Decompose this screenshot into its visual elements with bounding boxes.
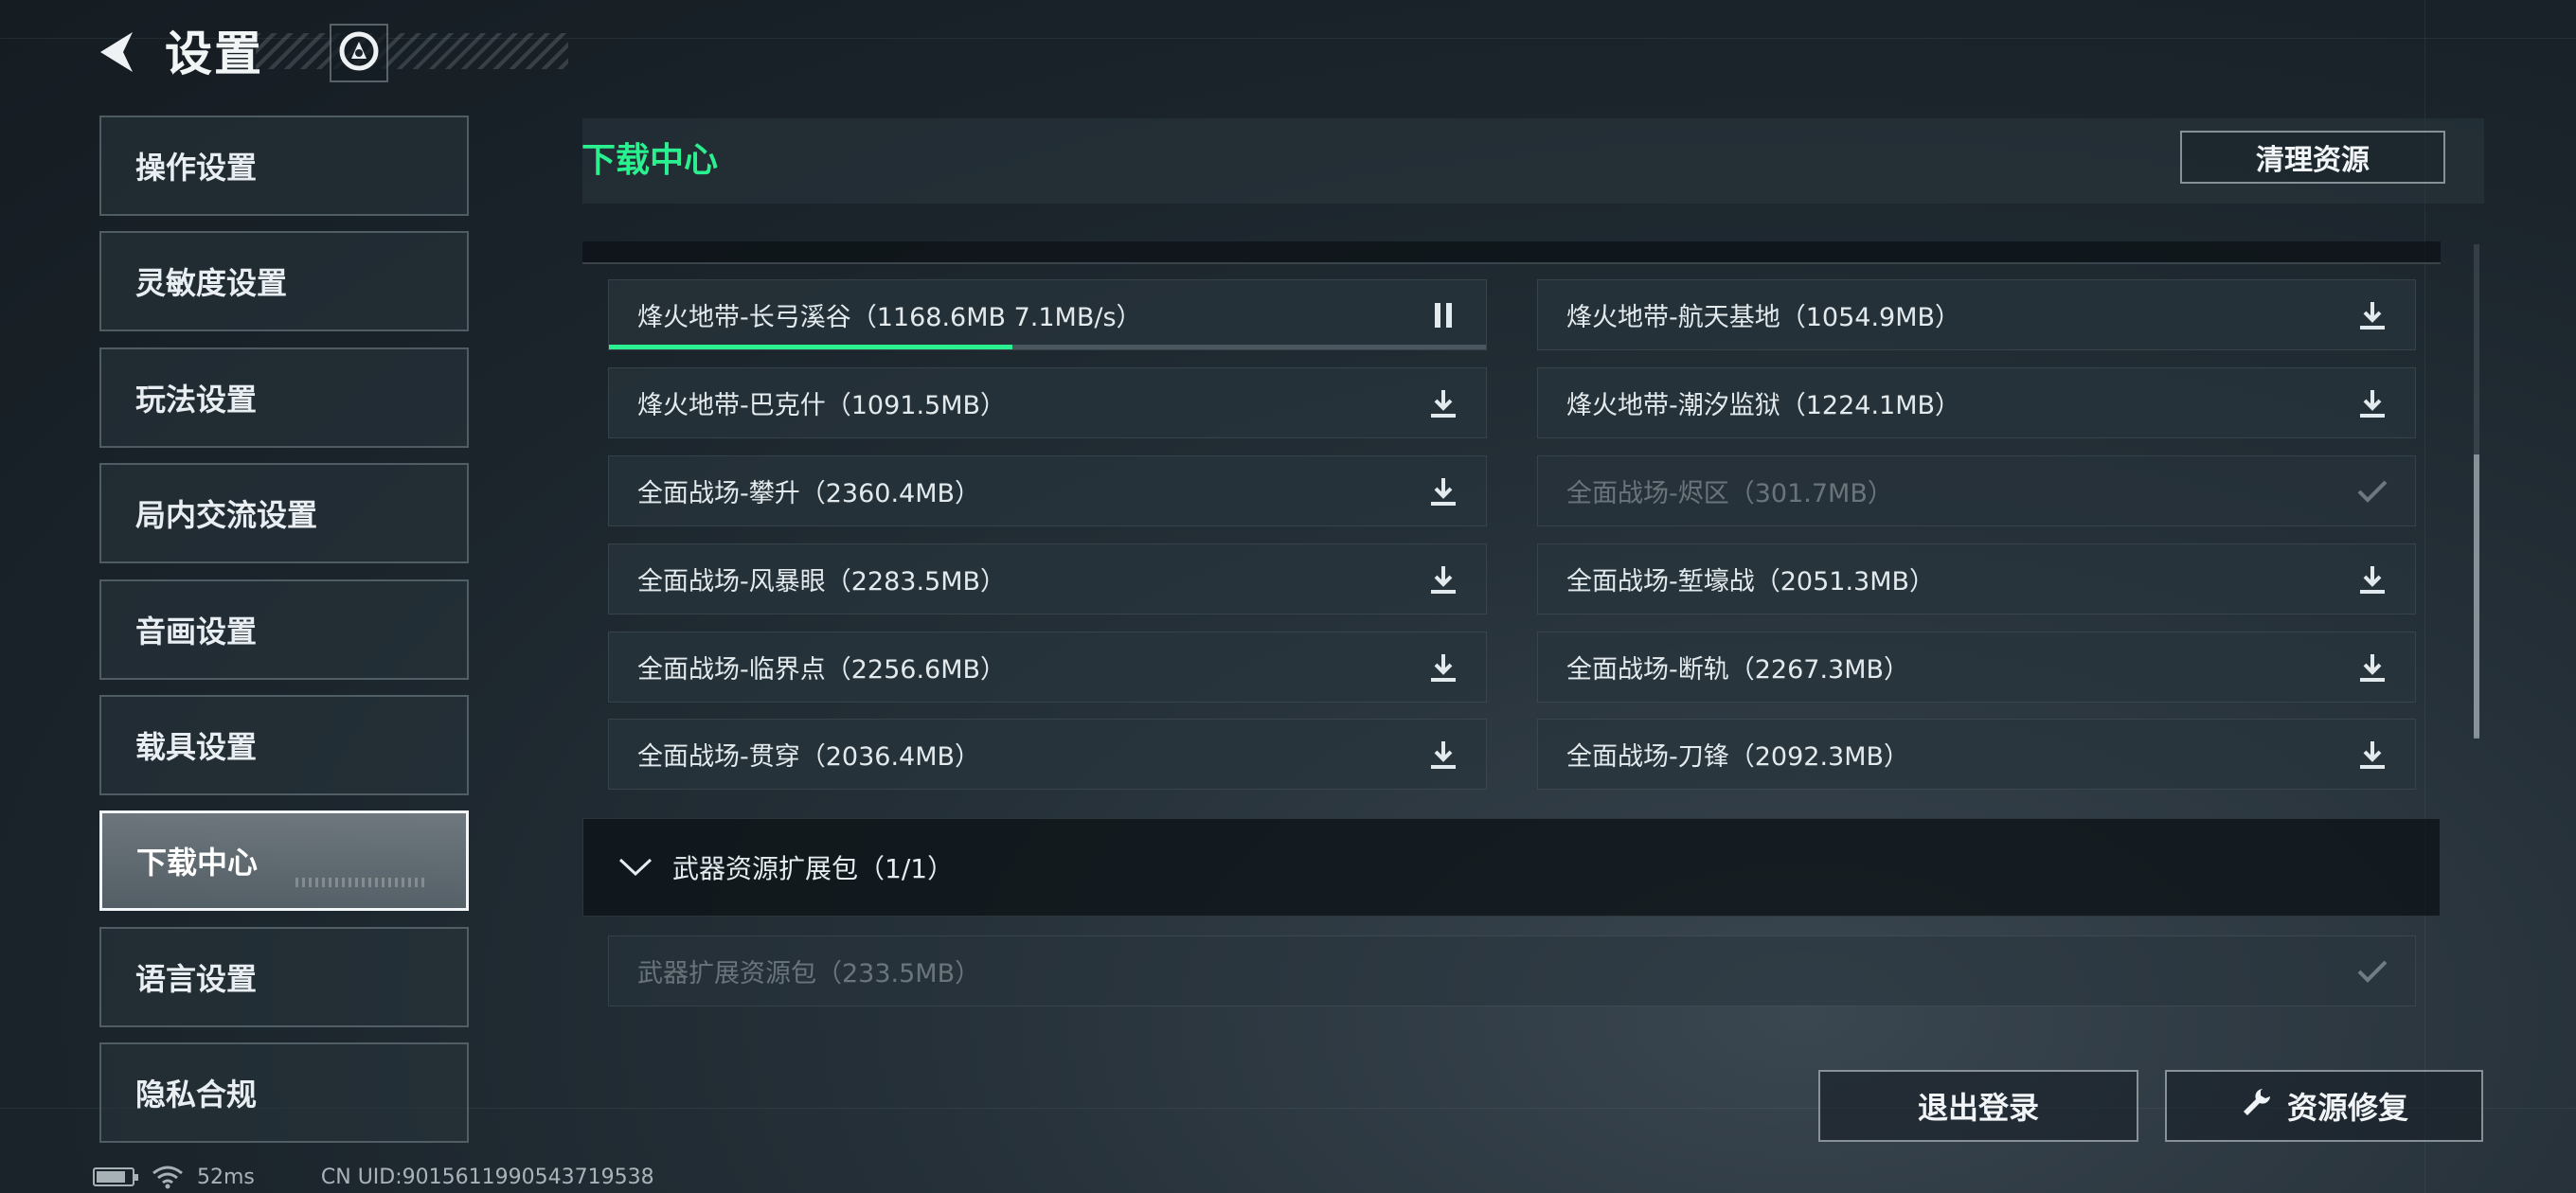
- title-hatch-decoration: [256, 33, 568, 69]
- map-download-item[interactable]: 烽火地带-潮汐监狱（1224.1MB）: [1537, 367, 2416, 438]
- download-icon[interactable]: [2356, 651, 2388, 684]
- sidebar-item-vehicle[interactable]: 载具设置: [99, 695, 469, 795]
- map-download-item[interactable]: 全面战场-风暴眼（2283.5MB）: [608, 543, 1487, 614]
- map-label: 烽火地带-航天基地（1054.9MB）: [1566, 303, 1961, 332]
- logout-button[interactable]: 退出登录: [1818, 1070, 2138, 1142]
- download-icon[interactable]: [1427, 475, 1459, 507]
- map-label: 烽火地带-潮汐监狱（1224.1MB）: [1566, 391, 1961, 420]
- map-label: 全面战场-堑壕战（2051.3MB）: [1566, 567, 1936, 596]
- account-button[interactable]: [330, 24, 388, 82]
- battery-icon: [93, 1167, 138, 1186]
- sidebar-item-label: 下载中心: [136, 845, 259, 881]
- download-icon[interactable]: [2356, 739, 2388, 771]
- weapon-pack-item[interactable]: 武器扩展资源包（233.5MB）: [608, 935, 2416, 1006]
- back-arrow-icon: [95, 28, 138, 80]
- map-label: 全面战场-风暴眼（2283.5MB）: [637, 567, 1007, 596]
- repair-resources-button[interactable]: 资源修复: [2165, 1070, 2483, 1142]
- download-icon[interactable]: [1427, 387, 1459, 419]
- sidebar-item-privacy[interactable]: 隐私合规: [99, 1042, 469, 1143]
- map-download-item[interactable]: 烽火地带-长弓溪谷（1168.6MB 7.1MB/s）: [608, 279, 1487, 350]
- scrollbar-thumb[interactable]: [2474, 454, 2479, 739]
- download-icon[interactable]: [2356, 387, 2388, 419]
- repair-label: 资源修复: [2286, 1090, 2408, 1126]
- map-download-item[interactable]: 烽火地带-航天基地（1054.9MB）: [1537, 279, 2416, 350]
- check-icon: [2356, 475, 2388, 507]
- sidebar-item-label: 局内交流设置: [135, 497, 318, 533]
- sidebar-item-gameplay[interactable]: 玩法设置: [99, 347, 469, 448]
- status-bar: 52ms CN UID:9015611990543719538: [93, 1165, 654, 1189]
- map-download-item[interactable]: 全面战场-临界点（2256.6MB）: [608, 632, 1487, 703]
- section-title: 下载中心: [581, 141, 719, 180]
- map-label: 全面战场-刀锋（2092.3MB）: [1566, 742, 1910, 772]
- download-icon[interactable]: [2356, 299, 2388, 331]
- progress-fill: [609, 345, 1012, 349]
- download-icon[interactable]: [1427, 739, 1459, 771]
- clean-resources-button[interactable]: 清理资源: [2180, 131, 2445, 184]
- map-download-item[interactable]: 全面战场-堑壕战（2051.3MB）: [1537, 543, 2416, 614]
- check-icon: [2356, 955, 2388, 988]
- group-label: 武器资源扩展包（1/1）: [672, 853, 955, 884]
- uid-text: CN UID:9015611990543719538: [320, 1165, 654, 1189]
- map-download-item[interactable]: 烽火地带-巴克什（1091.5MB）: [608, 367, 1487, 438]
- back-button[interactable]: [87, 21, 146, 87]
- map-label: 全面战场-临界点（2256.6MB）: [637, 655, 1007, 685]
- account-emblem-icon: [338, 30, 380, 76]
- map-download-item[interactable]: 全面战场-烬区（301.7MB）: [1537, 455, 2416, 526]
- wrench-icon: [2240, 1086, 2287, 1126]
- download-icon[interactable]: [1427, 563, 1459, 596]
- sidebar-item-label: 操作设置: [135, 150, 258, 186]
- sidebar-item-label: 音画设置: [135, 614, 258, 650]
- page-title: 设置: [165, 27, 263, 81]
- map-label: 全面战场-烬区（301.7MB）: [1566, 479, 1893, 508]
- sidebar-item-audio-video[interactable]: 音画设置: [99, 579, 469, 680]
- download-icon[interactable]: [2356, 563, 2388, 596]
- map-download-item[interactable]: 全面战场-贯穿（2036.4MB）: [608, 719, 1487, 790]
- map-label: 全面战场-攀升（2360.4MB）: [637, 479, 981, 508]
- map-label: 烽火地带-巴克什（1091.5MB）: [637, 391, 1007, 420]
- map-download-item[interactable]: 全面战场-断轨（2267.3MB）: [1537, 632, 2416, 703]
- map-label: 烽火地带-长弓溪谷（1168.6MB 7.1MB/s）: [637, 303, 1142, 332]
- map-download-item[interactable]: 全面战场-刀锋（2092.3MB）: [1537, 719, 2416, 790]
- sidebar-item-controls[interactable]: 操作设置: [99, 116, 469, 216]
- group-footer-strip: [582, 241, 2441, 264]
- sidebar-item-language[interactable]: 语言设置: [99, 927, 469, 1027]
- weapon-pack-label: 武器扩展资源包（233.5MB）: [637, 959, 981, 988]
- map-label: 全面战场-断轨（2267.3MB）: [1566, 655, 1910, 685]
- sidebar-item-communication[interactable]: 局内交流设置: [99, 463, 469, 563]
- sidebar-item-label: 玩法设置: [135, 382, 258, 418]
- pause-icon[interactable]: [1427, 299, 1459, 331]
- map-label: 全面战场-贯穿（2036.4MB）: [637, 742, 981, 772]
- sidebar-item-label: 灵敏度设置: [135, 265, 288, 301]
- wifi-icon: [152, 1165, 184, 1189]
- sidebar-item-sensitivity[interactable]: 灵敏度设置: [99, 231, 469, 331]
- chevron-down-icon: [617, 857, 653, 878]
- sidebar-item-download-center[interactable]: 下载中心: [99, 810, 469, 911]
- logout-label: 退出登录: [1917, 1090, 2039, 1126]
- ping-value: 52ms: [197, 1165, 255, 1189]
- sidebar-item-label: 隐私合规: [135, 1077, 258, 1113]
- sidebar-item-label: 载具设置: [135, 729, 258, 765]
- map-download-item[interactable]: 全面战场-攀升（2360.4MB）: [608, 455, 1487, 526]
- sidebar-item-label: 语言设置: [135, 961, 258, 997]
- weapon-pack-group-header[interactable]: 武器资源扩展包（1/1）: [582, 818, 2441, 917]
- download-icon[interactable]: [1427, 651, 1459, 684]
